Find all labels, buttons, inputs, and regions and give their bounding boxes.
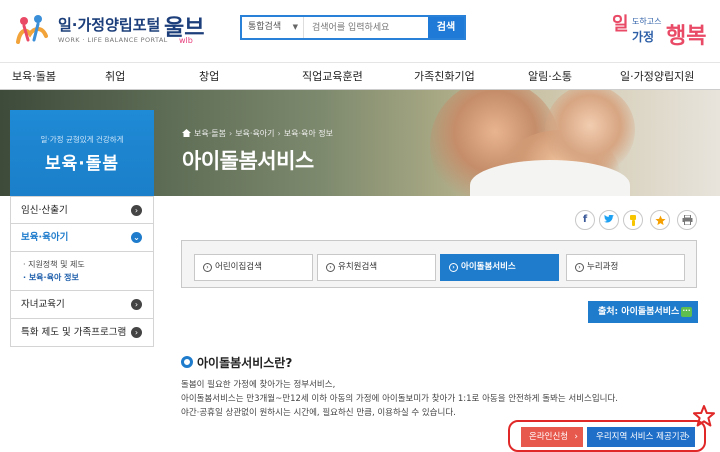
tab-label: 아이돌봄서비스 — [461, 262, 516, 272]
nav-item-family-friendly[interactable]: 가족친화기업 — [414, 63, 475, 90]
nav-item-wlb-support[interactable]: 일·가정양립지원 — [620, 63, 694, 90]
nav-item-vocational-training[interactable]: 직업교육훈련 — [302, 63, 363, 90]
tab-bar: › 어린이집검색 › 유치원검색 › 아이돌봄서비스 › 누리과정 — [181, 240, 697, 288]
chevron-right-icon: › — [686, 432, 690, 442]
nav-item-startup[interactable]: 창업 — [199, 63, 219, 90]
kakaostory-icon[interactable] — [623, 210, 643, 230]
online-apply-label: 온라인신청 — [529, 432, 569, 442]
logo-brand-sub: wlb — [179, 36, 193, 45]
breadcrumb-item[interactable]: 보육·육아기 — [235, 129, 274, 138]
sidebar-item-education[interactable]: 자녀교육기 › — [10, 291, 154, 319]
arrow-right-icon: › — [131, 327, 142, 338]
search-button[interactable]: 검색 — [428, 17, 464, 38]
chevron-down-icon: ▼ — [292, 23, 298, 31]
breadcrumb-separator: › — [228, 129, 233, 138]
sidebar-item-label: 자녀교육기 — [21, 299, 65, 310]
regional-provider-button[interactable]: 우리지역 서비스 제공기관 › — [587, 427, 695, 447]
arrow-down-icon: ⌄ — [131, 232, 142, 243]
page-title: 아이돌봄서비스 — [182, 149, 314, 173]
site-header: 일·가정양립포털 울브 wlb WORK · LIFE BALANCE PORT… — [0, 0, 720, 62]
tab-daycare-search[interactable]: › 어린이집검색 — [194, 254, 313, 281]
tab-nuri-curriculum[interactable]: › 누리과정 — [566, 254, 685, 281]
arrow-right-icon: › — [131, 205, 142, 216]
home-icon[interactable] — [182, 129, 191, 137]
slogan-part-1: 일 — [612, 14, 629, 35]
sidebar-item-label: 임신·산출기 — [21, 205, 68, 216]
source-link-label: 출처: 아이돌봄서비스 — [598, 307, 680, 317]
site-logo[interactable]: 일·가정양립포털 울브 wlb WORK · LIFE BALANCE PORT… — [14, 12, 214, 48]
slogan-part-2: 도하고스 — [632, 17, 662, 26]
description-line: 야간·공휴일 상관없이 원하시는 시간에, 필요하신 만큼, 이용하실 수 있습… — [181, 408, 456, 418]
print-icon[interactable] — [677, 210, 697, 230]
nav-item-notice[interactable]: 알림·소통 — [528, 63, 572, 90]
section-title-text: 아이돌봄서비스란? — [197, 356, 293, 370]
source-link-button[interactable]: 출처: 아이돌봄서비스 ··· — [588, 301, 698, 323]
arrow-circle-icon: › — [326, 263, 335, 272]
logo-figure-icon — [16, 15, 48, 44]
chevron-right-icon: › — [574, 432, 578, 442]
search-input[interactable] — [312, 17, 426, 38]
sidebar-submenu: · 지원정책 및 제도 · 보육·육아 정보 — [10, 252, 154, 291]
sidebar-item-special-programs[interactable]: 특화 제도 및 가족프로그램 › — [10, 319, 154, 347]
tab-kindergarten-search[interactable]: › 유치원검색 — [317, 254, 436, 281]
nav-item-employment[interactable]: 취업 — [105, 63, 125, 90]
sidebar-menu: 임신·산출기 › 보육·육아기 ⌄ · 지원정책 및 제도 · 보육·육아 정보… — [10, 196, 154, 347]
arrow-circle-icon: › — [203, 263, 212, 272]
breadcrumb-item[interactable]: 보육·육아 정보 — [284, 129, 333, 138]
breadcrumb: 보육·돌봄 › 보육·육아기 › 보육·육아 정보 — [182, 128, 333, 139]
twitter-icon[interactable] — [599, 210, 619, 230]
sidebar-item-pregnancy[interactable]: 임신·산출기 › — [10, 196, 154, 224]
sidebar-subitem-info[interactable]: · 보육·육아 정보 — [23, 271, 153, 284]
more-icon: ··· — [681, 307, 692, 317]
logo-subtitle: WORK · LIFE BALANCE PORTAL — [58, 36, 168, 44]
description-line: 돌봄이 필요한 가정에 찾아가는 정부서비스, — [181, 380, 336, 390]
section-card-subtitle: 일·가정 균형있게 건강하게 — [40, 135, 124, 144]
slogan-logo: 일 도하고스 가정 행복 — [608, 8, 708, 49]
breadcrumb-item[interactable]: 보육·돌봄 — [194, 129, 226, 138]
arrow-circle-icon: › — [575, 263, 584, 272]
facebook-icon[interactable]: f — [575, 210, 595, 230]
slogan-part-3: 가정 — [632, 30, 655, 44]
section-description: 돌봄이 필요한 가정에 찾아가는 정부서비스, 아이돌봄서비스는 만3개월~만1… — [181, 378, 621, 420]
tab-label: 어린이집검색 — [215, 262, 262, 272]
star-annotation-icon — [693, 405, 715, 427]
regional-provider-label: 우리지역 서비스 제공기관 — [596, 432, 688, 442]
section-card: 일·가정 균형있게 건강하게 보육·돌봄 — [10, 110, 154, 196]
nav-item-childcare[interactable]: 보육·돌봄 — [12, 63, 56, 90]
tab-label: 유치원검색 — [338, 262, 378, 272]
description-line: 아이돌봄서비스는 만3개월~만12세 이하 아동의 가정에 아이돌보미가 찾아가… — [181, 394, 618, 404]
search-scope-value: 통합검색 — [248, 22, 282, 32]
section-card-title: 보육·돌봄 — [44, 154, 120, 174]
logo-title: 일·가정양립포털 — [58, 16, 161, 34]
arrow-circle-icon: › — [449, 263, 458, 272]
slogan-part-4: 행복 — [666, 23, 707, 49]
search-scope-select[interactable]: 통합검색 ▼ — [242, 17, 304, 38]
sidebar-item-label: 보육·육아기 — [21, 232, 69, 243]
tab-childcare-service[interactable]: › 아이돌봄서비스 — [440, 254, 559, 281]
search-bar: 통합검색 ▼ 검색 — [240, 15, 466, 40]
sidebar-subitem-policy[interactable]: · 지원정책 및 제도 — [23, 258, 153, 271]
bullet-icon — [181, 356, 193, 368]
section-title: 아이돌봄서비스란? — [181, 354, 292, 371]
sidebar-item-childcare[interactable]: 보육·육아기 ⌄ — [10, 224, 154, 252]
arrow-right-icon: › — [131, 299, 142, 310]
breadcrumb-separator: › — [277, 129, 281, 138]
sidebar-item-label: 특화 제도 및 가족프로그램 — [21, 327, 127, 338]
online-apply-button[interactable]: 온라인신청 › — [521, 427, 583, 447]
favorite-star-icon[interactable] — [650, 210, 670, 230]
tab-label: 누리과정 — [587, 262, 619, 272]
main-navigation: 보육·돌봄 취업 창업 직업교육훈련 가족친화기업 알림·소통 일·가정양립지원 — [0, 62, 720, 90]
